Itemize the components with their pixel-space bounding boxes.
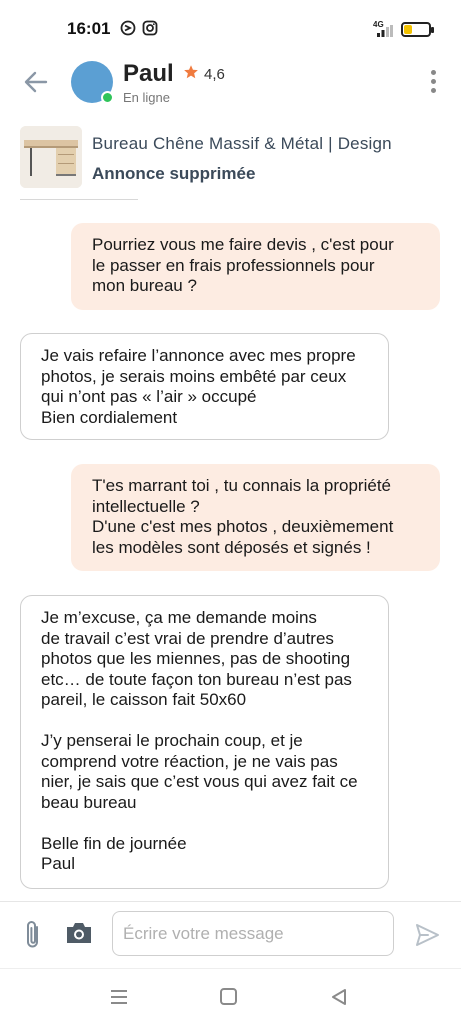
camera-icon[interactable] (65, 921, 93, 945)
home-icon[interactable] (220, 988, 237, 1005)
star-icon (184, 65, 198, 79)
arrow-left-icon[interactable] (22, 68, 50, 96)
recent-apps-icon[interactable] (110, 989, 128, 1005)
listing-thumbnail (20, 126, 82, 188)
listing-title: Bureau Chêne Massif & Métal | Design (92, 134, 392, 153)
message-incoming: Je vais refaire l’annonce avec mes propr… (20, 333, 389, 440)
message-outgoing: T'es marrant toi , tu connais la proprié… (71, 464, 440, 571)
listing-status: Annonce supprimée (92, 164, 256, 183)
back-triangle-icon[interactable] (330, 988, 348, 1006)
online-indicator (101, 91, 114, 104)
more-vertical-icon[interactable] (429, 70, 437, 96)
contact-rating: 4,6 (204, 66, 225, 83)
message-incoming: Je m’excuse, ça me demande moins de trav… (20, 595, 389, 889)
signal-icon: 4G (373, 21, 393, 37)
message-outgoing: Pourriez vous me faire devis , c'est pou… (71, 223, 440, 310)
send-icon[interactable] (414, 922, 440, 948)
paperclip-icon[interactable] (22, 919, 44, 951)
contact-name[interactable]: Paul (123, 60, 174, 88)
status-time: 16:01 (67, 19, 111, 38)
battery-icon (401, 21, 434, 37)
divider (20, 199, 138, 200)
listing-card[interactable]: Bureau Chêne Massif & Métal | Design Ann… (20, 126, 440, 190)
presence-status: En ligne (123, 90, 170, 105)
data-saver-icon (120, 20, 136, 36)
instagram-icon (142, 20, 158, 36)
system-nav-bar (0, 968, 461, 1024)
status-bar: 16:01 4G (0, 0, 461, 56)
battery-level (404, 24, 412, 34)
conversation-header: Paul 4,6 En ligne (0, 56, 461, 116)
composer-divider (0, 901, 461, 902)
message-input[interactable] (112, 911, 394, 956)
